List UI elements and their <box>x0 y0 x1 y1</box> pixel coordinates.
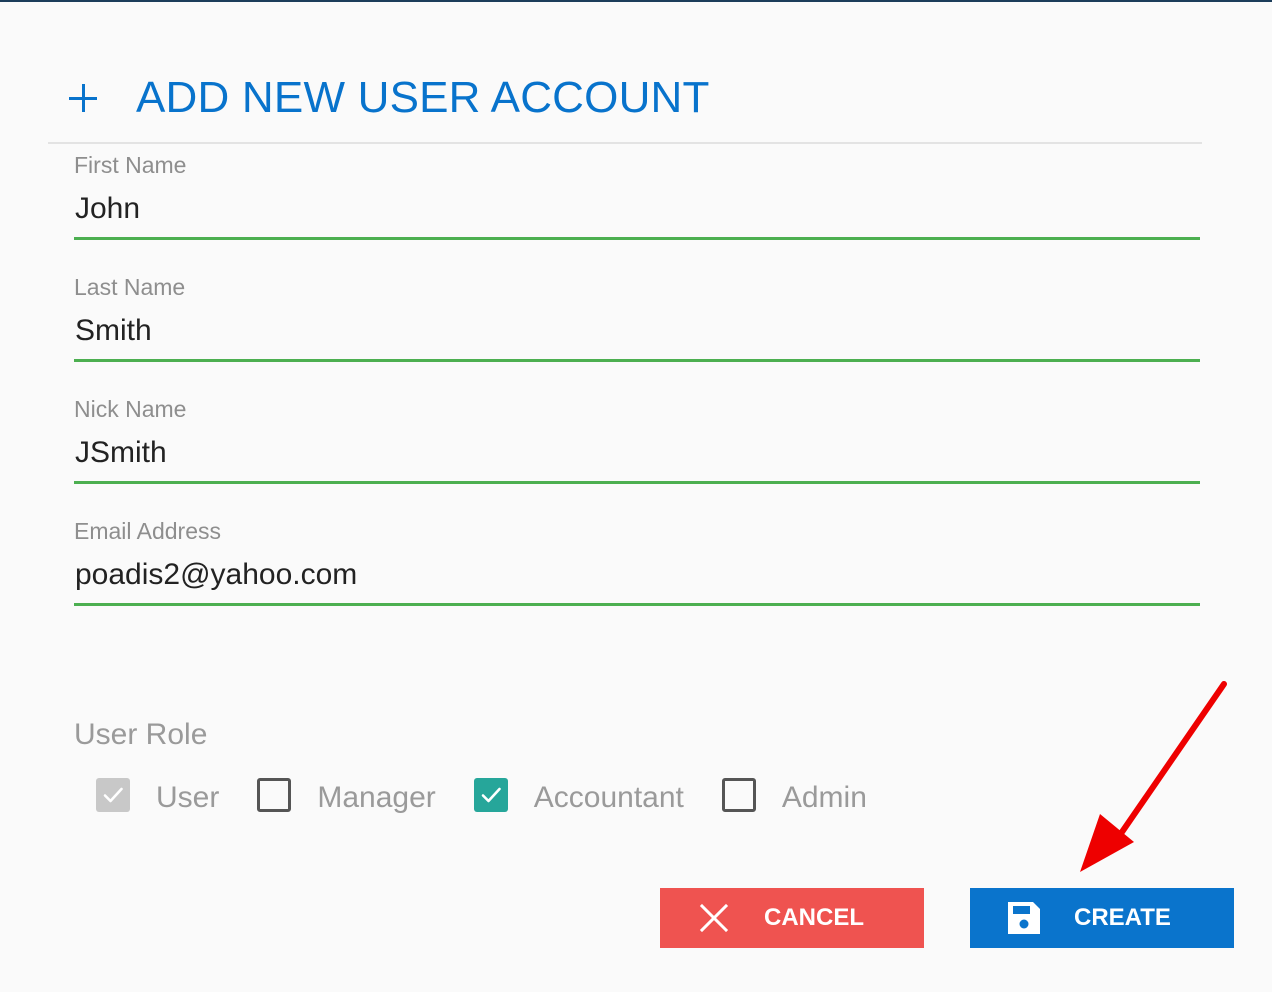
create-button-label: CREATE <box>1074 904 1171 931</box>
role-user-checkbox[interactable] <box>96 778 130 812</box>
nick-name-label: Nick Name <box>74 396 187 422</box>
role-admin-label: Admin <box>781 781 867 814</box>
user-role-label: User Role <box>74 718 208 751</box>
create-button[interactable]: CREATE <box>970 888 1234 948</box>
role-user-label: User <box>156 781 220 814</box>
first-name-input[interactable] <box>74 188 1200 240</box>
header-divider <box>48 142 1202 144</box>
last-name-input[interactable] <box>74 310 1200 362</box>
nick-name-field: Nick Name <box>74 396 1200 484</box>
check-icon <box>481 787 501 803</box>
dialog-title: ADD NEW USER ACCOUNT <box>136 73 710 122</box>
role-manager-label: Manager <box>317 781 436 814</box>
nick-name-input[interactable] <box>74 432 1200 484</box>
cancel-button[interactable]: CANCEL <box>660 888 924 948</box>
role-option-accountant: Accountant <box>473 778 684 815</box>
cancel-button-label: CANCEL <box>764 904 864 931</box>
user-role-options: User Manager Accountant Admin <box>96 776 905 820</box>
plus-icon <box>68 83 98 113</box>
save-icon <box>1006 900 1042 936</box>
email-label: Email Address <box>74 518 222 544</box>
email-field: Email Address <box>74 518 1200 606</box>
last-name-field: Last Name <box>74 274 1200 362</box>
email-input[interactable] <box>74 554 1200 606</box>
role-option-manager: Manager <box>257 778 436 815</box>
role-manager-checkbox[interactable] <box>257 778 292 812</box>
close-icon <box>696 900 732 936</box>
dialog-header: ADD NEW USER ACCOUNT <box>68 72 710 124</box>
first-name-label: First Name <box>74 152 187 178</box>
first-name-field: First Name <box>74 152 1200 240</box>
top-border <box>0 0 1272 2</box>
role-option-admin: Admin <box>721 778 867 815</box>
role-admin-checkbox[interactable] <box>721 778 756 812</box>
role-accountant-checkbox[interactable] <box>473 778 508 812</box>
role-accountant-label: Accountant <box>533 781 684 814</box>
last-name-label: Last Name <box>74 274 186 300</box>
check-icon <box>103 787 123 803</box>
annotation-arrow <box>1080 681 1227 872</box>
role-option-user: User <box>96 778 220 815</box>
